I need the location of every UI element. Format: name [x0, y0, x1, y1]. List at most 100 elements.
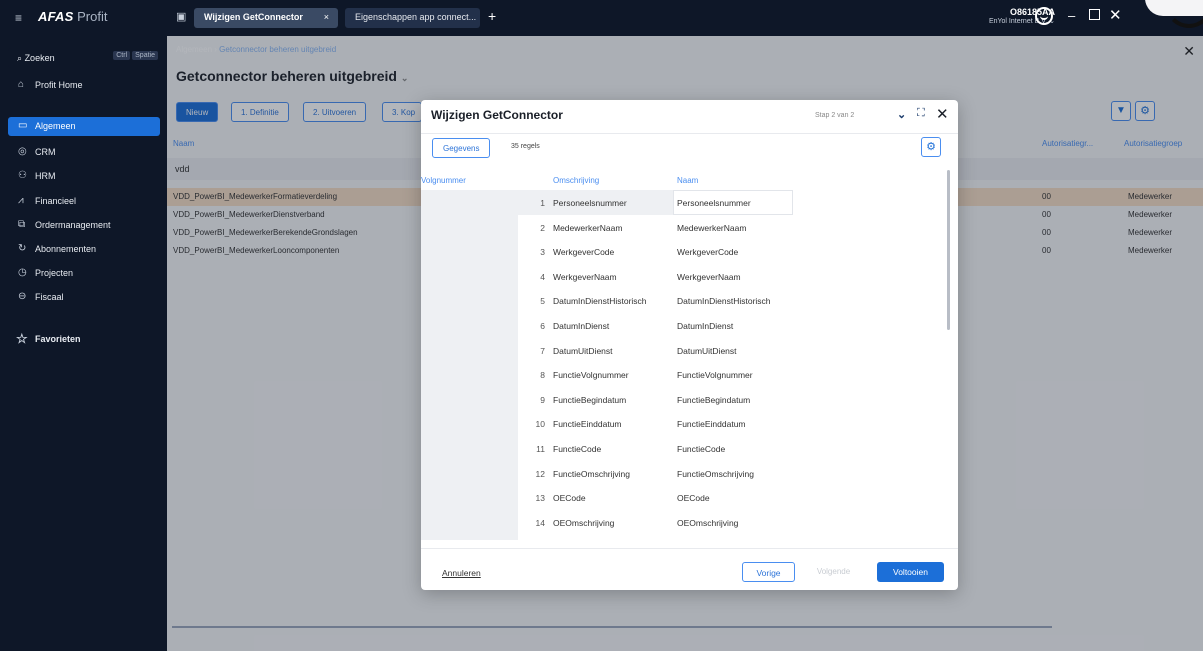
- sidebar-item-fiscaal[interactable]: ⊖ Fiscaal: [8, 288, 160, 307]
- crm-icon: ◎: [18, 146, 27, 157]
- cell-omschrijving: WerkgeverCode: [553, 247, 615, 258]
- row-selector[interactable]: [421, 509, 518, 535]
- expand-icon[interactable]: ⛶: [917, 107, 925, 120]
- refresh-icon: ↻: [18, 243, 27, 254]
- close-icon[interactable]: ✕: [936, 105, 949, 123]
- grid-row[interactable]: 3 WerkgeverCode WerkgeverCode: [421, 239, 958, 264]
- grid-row[interactable]: 11 FunctieCode FunctieCode: [421, 436, 958, 461]
- grid-row[interactable]: 7 DatumUitDienst DatumUitDienst: [421, 337, 958, 363]
- column-omschrijving[interactable]: Omschrijving: [553, 176, 599, 185]
- row-selector[interactable]: [421, 485, 518, 510]
- column-volgnummer[interactable]: Volgnummer: [421, 176, 466, 185]
- cell-naam: FunctieCode: [677, 444, 726, 454]
- sidebar-item-crm[interactable]: ◎ CRM: [8, 143, 160, 162]
- cell-naam: FunctieBegindatum: [677, 394, 751, 405]
- sidebar-item-projecten[interactable]: ◷ Projecten: [8, 264, 160, 283]
- grid-row[interactable]: 9 FunctieBegindatum FunctieBegindatum: [421, 386, 958, 412]
- cell-omschrijving: FunctieBegindatum: [553, 394, 627, 405]
- grid-row[interactable]: 8 FunctieVolgnummer FunctieVolgnummer: [421, 362, 958, 387]
- menu-icon[interactable]: ≡: [15, 11, 22, 25]
- grid-row[interactable]: 10 FunctieEinddatum FunctieEinddatum: [421, 411, 958, 436]
- sidebar-item-favorieten[interactable]: ☆ Favorieten: [8, 330, 160, 349]
- grid-row[interactable]: 13 OECode OECode: [421, 485, 958, 510]
- sidebar-item-label: Algemeen: [35, 121, 76, 131]
- row-selector[interactable]: [421, 362, 518, 387]
- sidebar-item-label: CRM: [35, 147, 56, 157]
- column-naam[interactable]: Naam: [677, 176, 698, 185]
- cell-omschrijving: FunctieVolgnummer: [553, 370, 629, 381]
- cancel-button[interactable]: Annuleren: [442, 568, 481, 578]
- maximize-button[interactable]: [1089, 9, 1100, 20]
- finish-button[interactable]: Voltooien: [877, 562, 944, 582]
- sidebar-item-label: HRM: [35, 171, 56, 181]
- wijzigen-getconnector-dialog: Wijzigen GetConnector Stap 2 van 2 ⌄ ⛶ ✕…: [421, 100, 958, 590]
- chevron-down-icon[interactable]: ⌄: [897, 108, 906, 121]
- gear-icon: ⚙: [926, 141, 936, 153]
- tab-close-icon[interactable]: ×: [324, 12, 329, 22]
- tabs-overview-icon[interactable]: ▣: [176, 10, 186, 23]
- cell-omschrijving: WerkgeverNaam: [553, 271, 617, 282]
- cell-naam: FunctieOmschrijving: [677, 468, 754, 479]
- row-selector[interactable]: [421, 386, 518, 412]
- dialog-tab-bar: Gegevens 35 regels ⚙: [421, 133, 958, 159]
- sidebar-item-algemeen[interactable]: ▭ Algemeen: [8, 117, 160, 136]
- cell-naam: Personeelsnummer: [677, 198, 751, 208]
- row-selector[interactable]: [421, 239, 518, 264]
- search-input[interactable]: ⌕ Zoeken Ctrl Spatie: [8, 48, 160, 68]
- row-selector[interactable]: [421, 337, 518, 363]
- row-selector[interactable]: [421, 288, 518, 313]
- sidebar-item-label: Favorieten: [35, 334, 81, 344]
- grid-row[interactable]: 14 OEOmschrijving OEOmschrijving: [421, 509, 958, 535]
- sidebar-item-ordermanagement[interactable]: ⧉ Ordermanagement: [8, 216, 160, 235]
- grid-row[interactable]: 1 Personeelsnummer Personeelsnummer: [421, 190, 958, 215]
- grid-row[interactable]: 4 WerkgeverNaam WerkgeverNaam: [421, 263, 958, 289]
- vertical-scrollbar[interactable]: [947, 170, 950, 330]
- row-selector[interactable]: [421, 436, 518, 461]
- tab-gegevens[interactable]: Gegevens: [432, 138, 491, 158]
- corner-decoration: [1145, 0, 1203, 28]
- next-button[interactable]: Volgende: [807, 562, 860, 582]
- row-selector[interactable]: [421, 411, 518, 436]
- row-selector[interactable]: [421, 214, 518, 240]
- cell-omschrijving: DatumInDienst: [553, 321, 610, 331]
- cell-omschrijving: FunctieOmschrijving: [553, 468, 630, 479]
- cell-volgnummer: 4: [540, 271, 545, 282]
- cell-omschrijving: MedewerkerNaam: [553, 222, 623, 233]
- sidebar-item-label: Projecten: [35, 268, 74, 278]
- previous-button[interactable]: Vorige: [742, 562, 795, 582]
- sidebar: ⌕ Zoeken Ctrl Spatie ⌂ Profit Home ▭ Algeme…: [0, 36, 167, 651]
- row-selector[interactable]: [421, 313, 518, 338]
- grid-settings-button[interactable]: ⚙: [921, 137, 941, 157]
- window-close-button[interactable]: ✕: [1109, 6, 1122, 24]
- sidebar-item-profit-home[interactable]: ⌂ Profit Home: [8, 76, 160, 95]
- sidebar-item-financieel[interactable]: ⩘ Financieel: [8, 192, 160, 211]
- tab-eigenschappen[interactable]: Eigenschappen app connect...: [345, 8, 480, 28]
- cell-volgnummer: 10: [535, 419, 545, 430]
- grid-row[interactable]: 12 FunctieOmschrijving FunctieOmschrijving: [421, 460, 958, 486]
- cell-naam: WerkgeverCode: [677, 247, 739, 258]
- cell-omschrijving: FunctieCode: [553, 444, 602, 454]
- grid-row[interactable]: 2 MedewerkerNaam MedewerkerNaam: [421, 214, 958, 240]
- avatar[interactable]: [1035, 7, 1053, 25]
- cell-volgnummer: 2: [540, 222, 545, 233]
- grid-row[interactable]: 15OELaagCodeOELaagCode: [421, 534, 958, 540]
- tab-label: Wijzigen GetConnector: [204, 12, 303, 22]
- app-brand: AFAS Profit: [38, 9, 108, 24]
- row-selector[interactable]: [421, 263, 518, 289]
- sidebar-item-label: Ordermanagement: [35, 220, 111, 230]
- row-selector[interactable]: [421, 190, 518, 215]
- tab-wijzigen-getconnector[interactable]: Wijzigen GetConnector ×: [194, 8, 338, 28]
- sidebar-item-abonnementen[interactable]: ↻ Abonnementen: [8, 240, 160, 259]
- grid-row[interactable]: 5 DatumInDienstHistorisch DatumInDienstHis…: [421, 288, 958, 313]
- row-selector[interactable]: [421, 534, 518, 540]
- grid-row[interactable]: 6 DatumInDienst DatumInDienst: [421, 313, 958, 338]
- row-selector[interactable]: [421, 460, 518, 486]
- sidebar-item-hrm[interactable]: ⚇ HRM: [8, 167, 160, 186]
- cell-omschrijving: DatumUitDienst: [553, 345, 613, 356]
- cell-volgnummer: 14: [535, 517, 545, 528]
- sidebar-item-label: Fiscaal: [35, 292, 64, 302]
- new-tab-button[interactable]: +: [488, 8, 496, 24]
- minimize-button[interactable]: –: [1068, 8, 1075, 23]
- sidebar-item-label: Financieel: [35, 196, 77, 206]
- search-icon: ⌕: [17, 53, 23, 63]
